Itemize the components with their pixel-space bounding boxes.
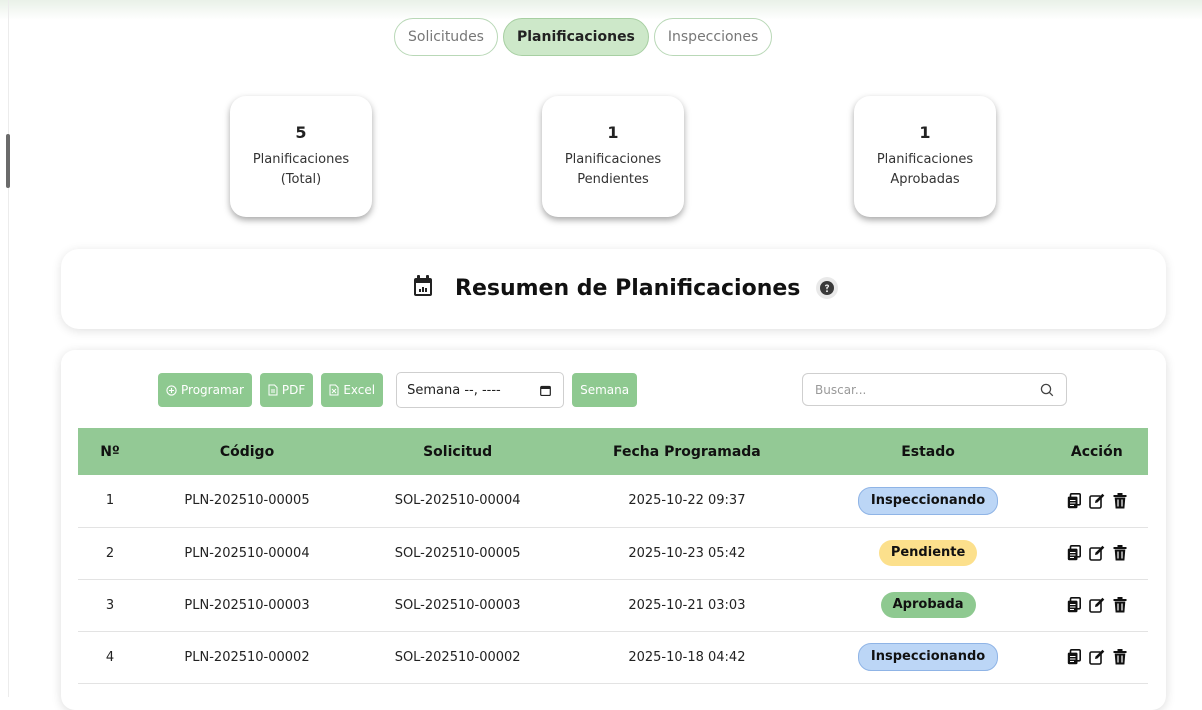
- col-header-n: Nº: [100, 443, 120, 460]
- calendar-picker-icon[interactable]: [540, 385, 552, 396]
- cell-accion: [1046, 631, 1148, 683]
- table-row[interactable]: 1 PLN-202510-00005 SOL-202510-00004 2025…: [78, 475, 1148, 527]
- search-icon[interactable]: [1040, 383, 1054, 397]
- stat-value: 1: [607, 123, 619, 142]
- trash-icon[interactable]: [1113, 597, 1127, 613]
- col-header-estado: Estado: [901, 443, 955, 460]
- trash-icon[interactable]: [1113, 492, 1127, 509]
- table-row[interactable]: 2 PLN-202510-00004 SOL-202510-00005 2025…: [78, 527, 1148, 579]
- cell-fecha: 2025-10-18 04:42: [628, 649, 746, 665]
- file-pdf-icon: [268, 384, 278, 396]
- copy-icon[interactable]: [1067, 492, 1081, 509]
- stat-card-aprobadas: 1 Planificaciones Aprobadas: [854, 96, 996, 217]
- cell-accion: [1046, 579, 1148, 631]
- help-icon[interactable]: [816, 277, 839, 299]
- stat-value: 1: [919, 123, 931, 142]
- scroll-handle[interactable]: [6, 134, 10, 188]
- cell-solicitud: SOL-202510-00002: [394, 649, 521, 665]
- col-header-accion: Acción: [1070, 443, 1123, 460]
- cell-codigo: PLN-202510-00005: [184, 493, 310, 509]
- planificaciones-panel: Programar PDF Excel Semana --, ---- Sema…: [61, 350, 1166, 710]
- page-title: Resumen de Planificaciones: [455, 275, 801, 301]
- trash-icon[interactable]: [1113, 545, 1127, 561]
- status-badge: Inspeccionando: [857, 486, 999, 515]
- calendar-icon: [413, 275, 433, 301]
- week-value: Semana --, ----: [407, 382, 501, 398]
- table-header-row: Nº Código Solicitud Fecha Programada Est…: [78, 428, 1148, 475]
- copy-icon[interactable]: [1067, 597, 1081, 613]
- table-row[interactable]: 3 PLN-202510-00003 SOL-202510-00003 2025…: [78, 579, 1148, 631]
- search-input[interactable]: [813, 381, 1017, 398]
- cell-fecha: 2025-10-22 09:37: [628, 493, 746, 509]
- cell-codigo: PLN-202510-00002: [184, 649, 310, 665]
- tab-bar: Solicitudes Planificaciones Inspecciones: [394, 18, 773, 56]
- planificaciones-table: Nº Código Solicitud Fecha Programada Est…: [78, 428, 1148, 684]
- stat-label: Planificaciones (Total): [252, 152, 350, 187]
- edit-icon[interactable]: [1088, 493, 1105, 509]
- trash-icon[interactable]: [1113, 649, 1127, 665]
- left-rule: [8, 0, 9, 697]
- stat-value: 5: [295, 123, 307, 142]
- cell-solicitud: SOL-202510-00005: [394, 545, 521, 561]
- table-body: 1 PLN-202510-00005 SOL-202510-00004 2025…: [78, 475, 1148, 683]
- plus-circle-icon: [166, 384, 177, 396]
- file-excel-icon: [329, 384, 339, 396]
- pdf-button[interactable]: PDF: [259, 373, 314, 407]
- cell-estado: Inspeccionando: [811, 475, 1046, 527]
- cell-n: 2: [105, 545, 115, 561]
- copy-icon[interactable]: [1067, 649, 1081, 665]
- col-header-solicitud: Solicitud: [423, 443, 493, 460]
- status-badge: Inspeccionando: [857, 643, 999, 671]
- toolbar: Programar PDF Excel Semana --, ---- Sema…: [158, 372, 645, 408]
- cell-fecha: 2025-10-21 03:03: [628, 597, 746, 613]
- stat-label: Planificaciones Aprobadas: [876, 152, 974, 187]
- tab-inspecciones[interactable]: Inspecciones: [653, 18, 773, 56]
- cell-estado: Inspeccionando: [811, 631, 1046, 683]
- programar-button[interactable]: Programar: [158, 373, 252, 407]
- week-input[interactable]: Semana --, ----: [396, 372, 565, 408]
- cell-accion: [1046, 527, 1148, 579]
- edit-icon[interactable]: [1088, 545, 1105, 561]
- pdf-label: PDF: [281, 383, 306, 397]
- cell-solicitud: SOL-202510-00003: [394, 597, 521, 613]
- cell-estado: Aprobada: [811, 579, 1046, 631]
- status-badge: Pendiente: [878, 540, 978, 566]
- summary-header: Resumen de Planificaciones: [61, 249, 1166, 329]
- cell-fecha: 2025-10-23 05:42: [628, 545, 746, 561]
- excel-label: Excel: [343, 383, 376, 397]
- col-header-fecha: Fecha Programada: [613, 443, 761, 460]
- tab-solicitudes[interactable]: Solicitudes: [394, 18, 498, 56]
- programar-label: Programar: [181, 383, 244, 397]
- cell-codigo: PLN-202510-00004: [184, 545, 310, 561]
- tab-planificaciones[interactable]: Planificaciones: [502, 18, 649, 56]
- col-header-codigo: Código: [219, 443, 275, 460]
- cell-estado: Pendiente: [811, 527, 1046, 579]
- stat-label: Planificaciones Pendientes: [564, 152, 662, 187]
- status-badge: Aprobada: [880, 592, 976, 618]
- stat-card-total: 5 Planificaciones (Total): [230, 96, 372, 217]
- cell-codigo: PLN-202510-00003: [184, 597, 310, 613]
- table-row[interactable]: 4 PLN-202510-00002 SOL-202510-00002 2025…: [78, 631, 1148, 683]
- cell-n: 3: [105, 597, 115, 613]
- cell-n: 1: [105, 493, 115, 509]
- semana-button[interactable]: Semana: [572, 373, 638, 407]
- cell-n: 4: [105, 649, 115, 665]
- edit-icon[interactable]: [1088, 597, 1105, 613]
- cell-solicitud: SOL-202510-00004: [394, 493, 521, 509]
- excel-button[interactable]: Excel: [321, 373, 384, 407]
- cell-accion: [1046, 475, 1148, 527]
- edit-icon[interactable]: [1088, 649, 1105, 665]
- top-fade: [0, 0, 1202, 20]
- stat-card-pendientes: 1 Planificaciones Pendientes: [542, 96, 684, 217]
- copy-icon[interactable]: [1067, 545, 1081, 561]
- search-box: [802, 373, 1067, 406]
